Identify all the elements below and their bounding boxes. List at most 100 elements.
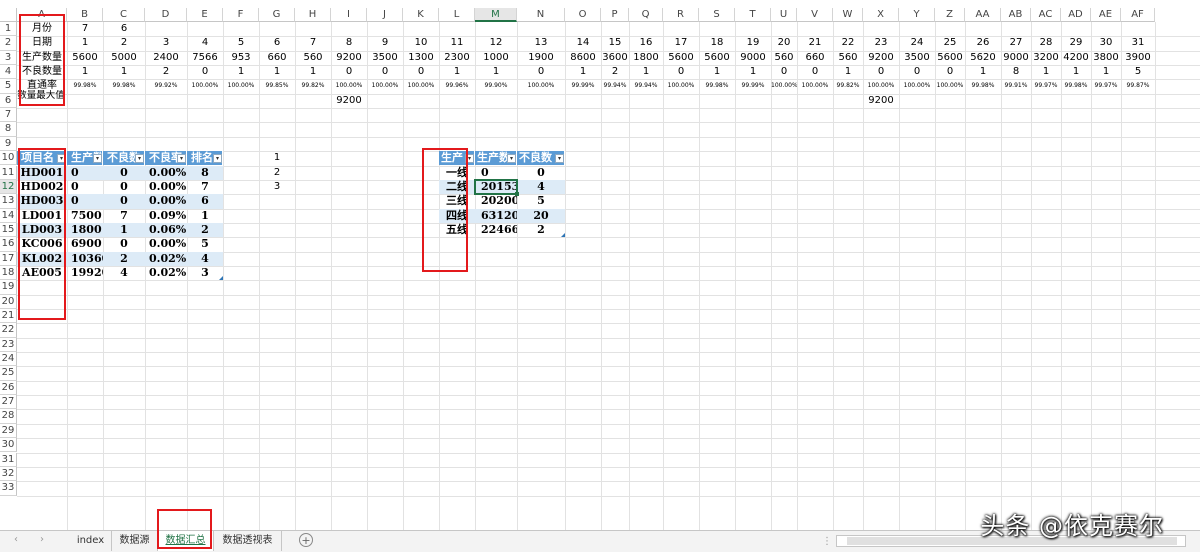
date-value[interactable]: 18 <box>699 36 735 50</box>
fill-handle[interactable] <box>515 192 519 197</box>
defect-value[interactable]: 1 <box>223 65 259 79</box>
date-value[interactable]: 22 <box>833 36 863 50</box>
yield-value[interactable]: 99.96% <box>439 79 475 93</box>
spreadsheet-grid[interactable]: A B C D E F G H I J K L M N O P Q R S T U V W X Y Z AA AB AC AD AE AF 1 2… <box>0 0 1200 549</box>
row-header-24[interactable]: 24 <box>0 352 17 367</box>
defect-value[interactable]: 1 <box>295 65 331 79</box>
table1-cell[interactable]: 7 <box>187 180 223 194</box>
column-header-j[interactable]: J <box>367 8 403 22</box>
row-header-2[interactable]: 2 <box>0 36 17 51</box>
date-value[interactable]: 4 <box>187 36 223 50</box>
table1-cell[interactable]: 0.00% <box>145 166 187 180</box>
production-value[interactable]: 660 <box>259 51 295 65</box>
defect-value[interactable]: 0 <box>187 65 223 79</box>
table-resize-handle-icon[interactable] <box>219 276 223 281</box>
row-header-7[interactable]: 7 <box>0 108 17 123</box>
row-header-21[interactable]: 21 <box>0 309 17 324</box>
row-header-15[interactable]: 15 <box>0 222 17 238</box>
column-header-e[interactable]: E <box>187 8 223 22</box>
defect-value[interactable]: 0 <box>935 65 965 79</box>
production-value[interactable]: 1800 <box>629 51 663 65</box>
table1-cell[interactable]: 2 <box>103 252 145 266</box>
column-header-g[interactable]: G <box>259 8 295 22</box>
yield-value[interactable]: 99.97% <box>1091 79 1121 93</box>
row-header-4[interactable]: 4 <box>0 65 17 80</box>
row-header-32[interactable]: 32 <box>0 466 17 482</box>
row-header-28[interactable]: 28 <box>0 409 17 424</box>
yield-value[interactable]: 100.00% <box>331 79 367 93</box>
table1-cell[interactable]: 0.09% <box>145 209 187 223</box>
date-value[interactable]: 19 <box>735 36 771 50</box>
defect-value[interactable]: 1 <box>735 65 771 79</box>
date-value[interactable]: 27 <box>1001 36 1031 50</box>
defect-value[interactable]: 1 <box>699 65 735 79</box>
defect-value[interactable]: 0 <box>797 65 833 79</box>
table2-cell[interactable]: 22466 <box>475 223 517 237</box>
yield-value[interactable]: 100.00% <box>899 79 935 93</box>
yield-value[interactable]: 99.98% <box>699 79 735 93</box>
month-value[interactable]: 7 <box>67 22 103 36</box>
column-header-n[interactable]: N <box>517 8 565 22</box>
table1-cell[interactable]: 0.02% <box>145 266 187 280</box>
column-header-y[interactable]: Y <box>899 8 935 22</box>
yield-value[interactable]: 99.99% <box>565 79 601 93</box>
yield-value[interactable]: 99.97% <box>1031 79 1061 93</box>
table-resize-handle-icon[interactable] <box>561 233 565 238</box>
date-value[interactable]: 1 <box>67 36 103 50</box>
column-header-c[interactable]: C <box>103 8 145 22</box>
defect-value[interactable]: 0 <box>663 65 699 79</box>
table2-cell[interactable]: 20200 <box>475 194 517 208</box>
defect-value[interactable]: 0 <box>771 65 797 79</box>
defect-value[interactable]: 8 <box>1001 65 1031 79</box>
date-value[interactable]: 6 <box>259 36 295 50</box>
table1-cell[interactable]: 1800 <box>67 223 103 237</box>
table1-cell[interactable]: 19920 <box>67 266 103 280</box>
production-value[interactable]: 5600 <box>67 51 103 65</box>
yield-value[interactable]: 100.00% <box>771 79 797 93</box>
date-value[interactable]: 14 <box>565 36 601 50</box>
production-value[interactable]: 953 <box>223 51 259 65</box>
table1-cell[interactable]: 0.02% <box>145 252 187 266</box>
table1-cell[interactable]: 0.00% <box>145 180 187 194</box>
production-value[interactable]: 9000 <box>735 51 771 65</box>
yield-value[interactable]: 99.94% <box>601 79 629 93</box>
date-value[interactable]: 16 <box>629 36 663 50</box>
tab-split-dots-icon[interactable]: ⋮ <box>822 536 832 547</box>
column-header-u[interactable]: U <box>771 8 797 22</box>
column-header-ae[interactable]: AE <box>1091 8 1121 22</box>
yield-value[interactable]: 99.87% <box>1121 79 1155 93</box>
date-value[interactable]: 23 <box>863 36 899 50</box>
table1-cell[interactable]: 0 <box>67 194 103 208</box>
column-header-h[interactable]: H <box>295 8 331 22</box>
yield-value[interactable]: 99.99% <box>735 79 771 93</box>
production-value[interactable]: 5000 <box>103 51 145 65</box>
filter-dropdown-icon[interactable]: ▾ <box>177 154 186 164</box>
table1-cell[interactable]: 0.06% <box>145 223 187 237</box>
defect-value[interactable]: 1 <box>67 65 103 79</box>
production-value[interactable]: 3500 <box>367 51 403 65</box>
scroll-tabs-right-icon[interactable]: › <box>40 534 44 545</box>
table2-cell[interactable]: 0 <box>475 166 517 180</box>
production-value[interactable]: 2400 <box>145 51 187 65</box>
production-value[interactable]: 9000 <box>1001 51 1031 65</box>
date-value[interactable]: 9 <box>367 36 403 50</box>
defect-value[interactable]: 1 <box>475 65 517 79</box>
defect-value[interactable]: 1 <box>565 65 601 79</box>
table1-cell[interactable]: 0.00% <box>145 237 187 251</box>
date-value[interactable]: 5 <box>223 36 259 50</box>
table1-cell[interactable]: 7500 <box>67 209 103 223</box>
yield-value[interactable]: 100.00% <box>863 79 899 93</box>
row-header-30[interactable]: 30 <box>0 438 17 453</box>
defect-value[interactable]: 0 <box>367 65 403 79</box>
yield-value[interactable]: 100.00% <box>517 79 565 93</box>
column-header-b[interactable]: B <box>67 8 103 22</box>
production-value[interactable]: 8600 <box>565 51 601 65</box>
yield-value[interactable]: 99.90% <box>475 79 517 93</box>
defect-value[interactable]: 1 <box>629 65 663 79</box>
production-value[interactable]: 3500 <box>899 51 935 65</box>
table1-cell[interactable]: 10360 <box>67 252 103 266</box>
table2-cell[interactable]: 5 <box>517 194 565 208</box>
column-header-k[interactable]: K <box>403 8 439 22</box>
date-value[interactable]: 31 <box>1121 36 1155 50</box>
column-header-r[interactable]: R <box>663 8 699 22</box>
